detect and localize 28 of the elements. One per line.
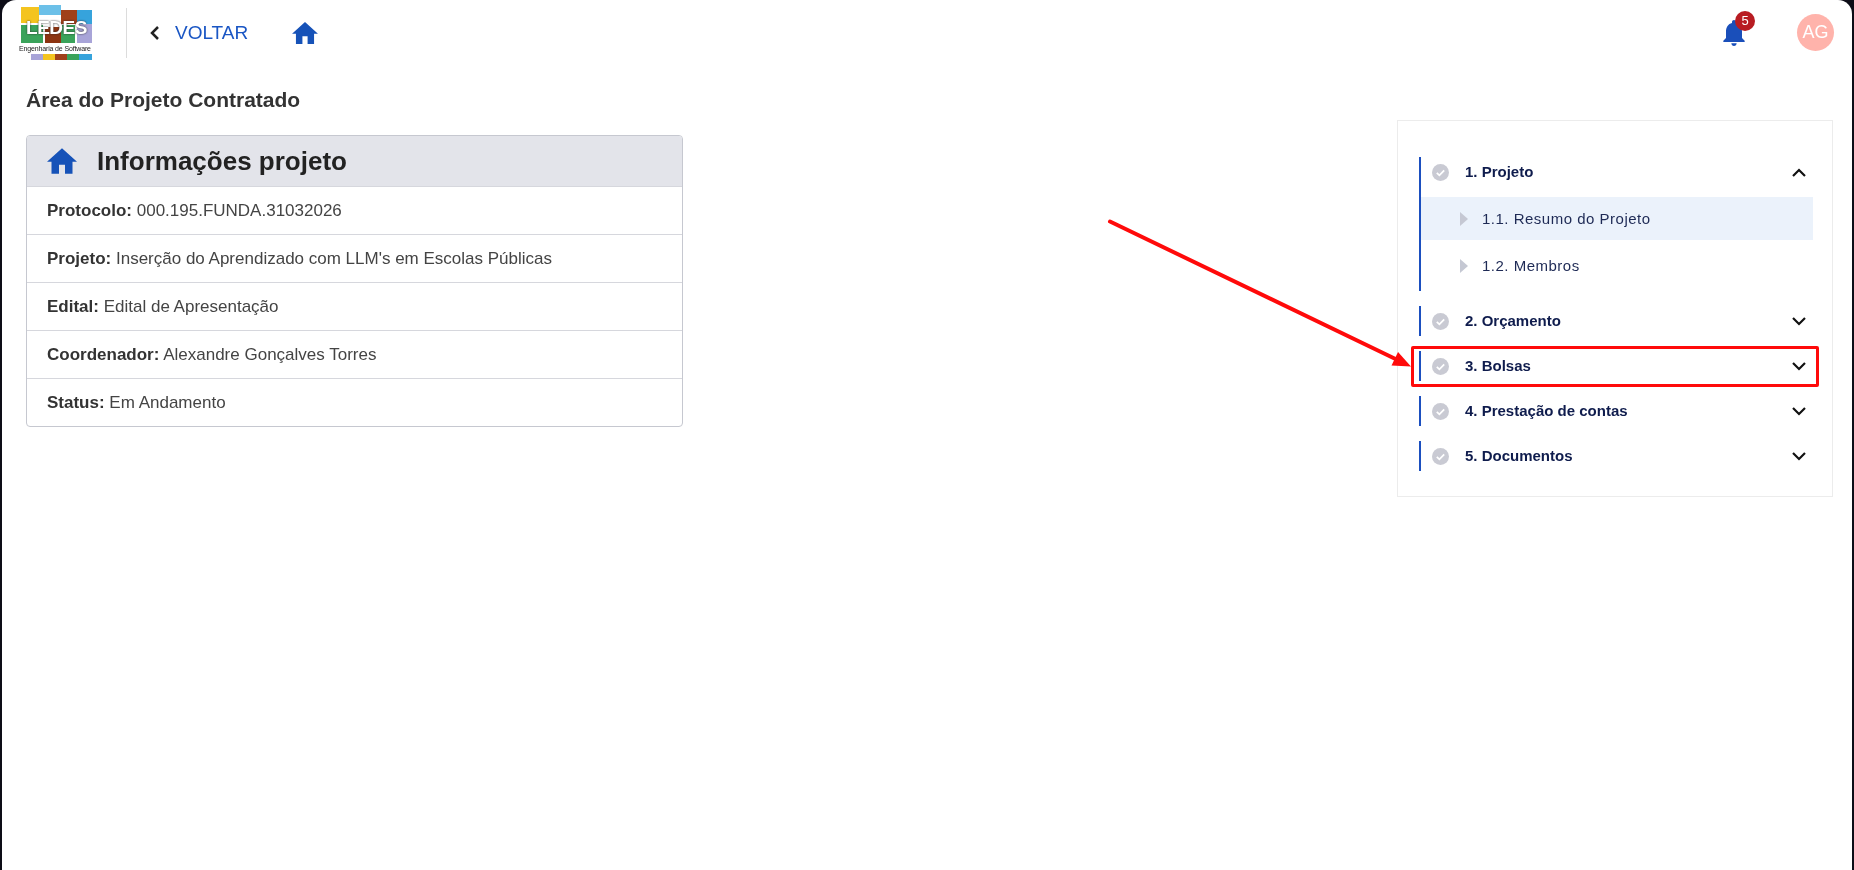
step-header[interactable]: 3. Bolsas: [1421, 351, 1813, 381]
home-icon[interactable]: [292, 21, 319, 44]
back-button[interactable]: VOLTAR: [150, 20, 249, 45]
home-icon: [47, 148, 77, 174]
step-header[interactable]: 1. Projeto: [1421, 157, 1813, 187]
notification-badge: 5: [1735, 10, 1755, 31]
project-detail: Protocolo: 000.195.FUNDA.31032026: [27, 186, 682, 234]
page-title: Área do Projeto Contratado: [26, 88, 302, 112]
project-detail: Status: Em Andamento: [27, 378, 682, 426]
card-title: Informações projeto: [97, 146, 347, 176]
check-circle-icon: [1432, 402, 1449, 420]
logo-tiles-drawing: [21, 5, 92, 60]
check-circle-icon: [1432, 312, 1449, 330]
step-header[interactable]: 5. Documentos: [1421, 441, 1813, 471]
project-detail: Projeto: Inserção do Aprendizado com LLM's em Escolas Públicas: [27, 234, 682, 282]
check-circle-icon: [1432, 163, 1449, 181]
check-circle-icon: [1432, 357, 1449, 375]
triangle-right-icon: [1460, 211, 1468, 226]
substep-item[interactable]: 1.1. Resumo do Projeto: [1421, 197, 1813, 240]
step-header[interactable]: 4. Prestação de contas: [1421, 396, 1813, 426]
triangle-right-icon: [1460, 258, 1468, 273]
chevron-left-icon: [150, 24, 160, 41]
project-detail: Edital: Edital de Apresentação: [27, 282, 682, 330]
step-header[interactable]: 2. Orçamento: [1421, 306, 1813, 336]
project-detail: Coordenador: Alexandre Gonçalves Torres: [27, 330, 682, 378]
check-circle-icon: [1432, 447, 1449, 465]
substep-item[interactable]: 1.2. Membros: [1421, 244, 1813, 287]
logo-title: LEDES: [26, 17, 87, 39]
